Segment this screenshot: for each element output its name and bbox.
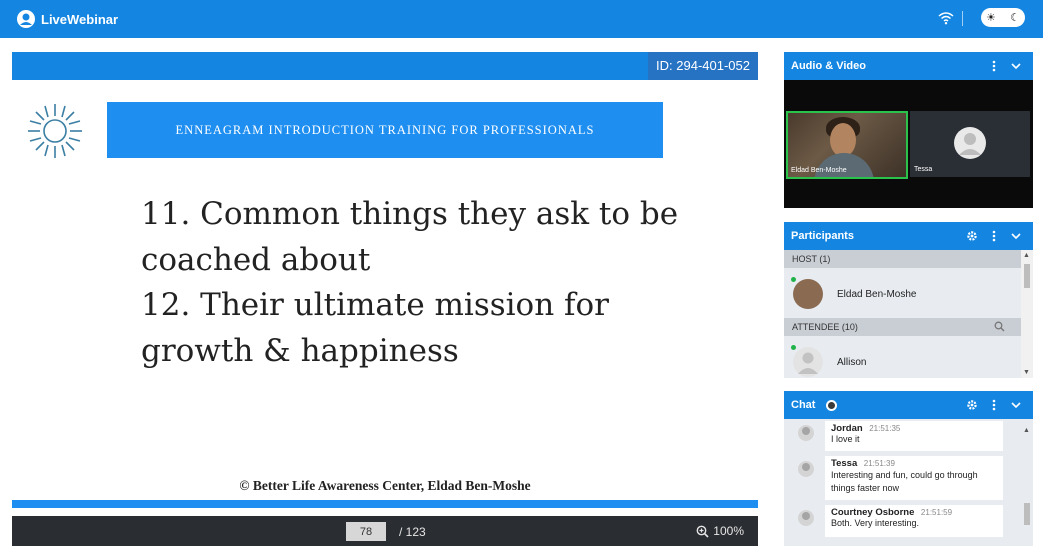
avatar	[791, 345, 823, 377]
chat-message: Tessa 21:51:39 Interesting and fun, coul…	[825, 456, 1003, 500]
slide-bottom-bar	[12, 500, 758, 508]
zoom-level: 100%	[713, 524, 744, 538]
sun-logo-icon	[28, 104, 82, 158]
gear-icon[interactable]	[965, 229, 979, 243]
user-avatar-icon	[954, 127, 986, 159]
app-logo[interactable]: LiveWebinar	[16, 8, 118, 30]
message-time: 21:51:35	[869, 424, 901, 433]
message-author: Tessa	[831, 458, 858, 469]
webcam-face	[830, 123, 856, 157]
slide-body: 11. Common things they ask to be coached…	[141, 192, 741, 374]
participants-header: Participants	[784, 222, 1033, 250]
zoom-control[interactable]: 100%	[696, 524, 744, 538]
avatar	[798, 510, 814, 526]
topbar-separator	[962, 11, 963, 26]
wifi-icon[interactable]	[938, 10, 954, 26]
kebab-menu-icon[interactable]	[987, 229, 1001, 243]
search-icon[interactable]	[994, 321, 1005, 332]
participants-list: HOST (1) Eldad Ben-Moshe ATTENDEE (10) A…	[784, 250, 1033, 378]
attendee-section-header: ATTENDEE (10)	[784, 318, 1021, 336]
slide-footer: © Better Life Awareness Center, Eldad Be…	[239, 478, 531, 493]
webcam-body	[814, 153, 874, 177]
video-tile-host[interactable]: Eldad Ben-Moshe	[786, 111, 908, 179]
scroll-up-icon[interactable]: ▲	[1023, 252, 1030, 259]
participant-name: Allison	[837, 356, 867, 368]
message-text: I love it	[831, 434, 860, 444]
participant-name: Eldad Ben-Moshe	[837, 288, 917, 300]
chevron-down-icon[interactable]	[1009, 229, 1023, 243]
slide-line: growth & happiness	[141, 332, 459, 369]
slide-line: coached about	[141, 241, 371, 278]
presentation-header: ID: 294-401-052	[12, 52, 758, 80]
kebab-menu-icon[interactable]	[987, 59, 1001, 73]
online-status-dot	[791, 277, 796, 282]
participants-title: Participants	[791, 230, 854, 242]
message-time: 21:51:39	[863, 459, 895, 468]
presentation-slide: ENNEAGRAM INTRODUCTION TRAINING FOR PROF…	[12, 80, 758, 508]
audio-video-header: Audio & Video	[784, 52, 1033, 80]
livewebinar-app: LiveWebinar ☀ ☾ ID: 294-401-052 ENNEAGRA…	[0, 0, 1043, 546]
kebab-menu-icon[interactable]	[987, 398, 1001, 412]
page-total: / 123	[399, 525, 426, 539]
theme-toggle[interactable]: ☀ ☾	[981, 8, 1025, 27]
message-text: Both. Very interesting.	[831, 518, 920, 528]
message-author: Jordan	[831, 423, 863, 434]
participant-item-host[interactable]: Eldad Ben-Moshe	[784, 270, 1021, 318]
scroll-down-icon[interactable]: ▼	[1023, 369, 1030, 376]
scroll-thumb[interactable]	[1024, 264, 1030, 288]
avatar	[798, 461, 814, 477]
host-count: (1)	[819, 254, 831, 264]
sun-icon: ☀	[986, 12, 996, 24]
video-tile-name: Eldad Ben-Moshe	[791, 167, 847, 174]
video-tile-tessa[interactable]: Tessa	[910, 111, 1030, 177]
attendee-count: (10)	[841, 322, 858, 332]
avatar	[791, 277, 823, 309]
chevron-down-icon[interactable]	[1009, 59, 1023, 73]
meeting-id: ID: 294-401-052	[648, 52, 758, 80]
message-text: Interesting and fun, could go through th…	[831, 470, 978, 493]
message-author: Courtney Osborne	[831, 507, 915, 518]
chat-header: Chat	[784, 391, 1033, 419]
zoom-in-icon	[696, 525, 709, 538]
page-number-input[interactable]	[346, 522, 386, 541]
moon-icon: ☾	[1010, 12, 1020, 24]
participants-scrollbar[interactable]: ▲ ▼	[1021, 250, 1033, 378]
host-section-header: HOST (1)	[784, 250, 1021, 268]
chat-messages: Jordan 21:51:35 I love it Tessa 21:51:39…	[784, 419, 1033, 546]
top-bar: LiveWebinar ☀ ☾	[0, 0, 1043, 38]
slide-line: 12. Their ultimate mission for	[141, 287, 609, 323]
chat-message: Jordan 21:51:35 I love it	[825, 421, 1003, 451]
chat-scrollbar[interactable]: ▲	[1021, 419, 1033, 546]
scroll-up-icon[interactable]: ▲	[1023, 427, 1030, 434]
participant-item-attendee[interactable]: Allison	[784, 338, 1021, 378]
chevron-down-icon[interactable]	[1009, 398, 1023, 412]
audio-video-title: Audio & Video	[791, 60, 866, 72]
chat-avatar-icon	[826, 400, 837, 411]
chat-title: Chat	[791, 399, 816, 411]
online-status-dot	[791, 345, 796, 350]
livewebinar-logo-icon	[17, 10, 35, 28]
attendee-label: ATTENDEE	[792, 322, 840, 332]
host-label: HOST	[792, 254, 817, 264]
message-time: 21:51:59	[920, 508, 953, 517]
gear-icon[interactable]	[965, 398, 979, 412]
presentation-toolbar: / 123 100%	[12, 516, 758, 546]
audio-video-body: Eldad Ben-Moshe Tessa	[784, 80, 1033, 208]
slide-banner: ENNEAGRAM INTRODUCTION TRAINING FOR PROF…	[107, 102, 663, 158]
chat-message: Courtney Osborne 21:51:59 Both. Very int…	[825, 505, 1003, 537]
slide-line: 11. Common things they ask to be	[141, 196, 679, 232]
avatar	[798, 425, 814, 441]
scroll-thumb[interactable]	[1024, 503, 1030, 525]
app-name: LiveWebinar	[41, 11, 119, 27]
video-tile-name: Tessa	[914, 166, 933, 173]
